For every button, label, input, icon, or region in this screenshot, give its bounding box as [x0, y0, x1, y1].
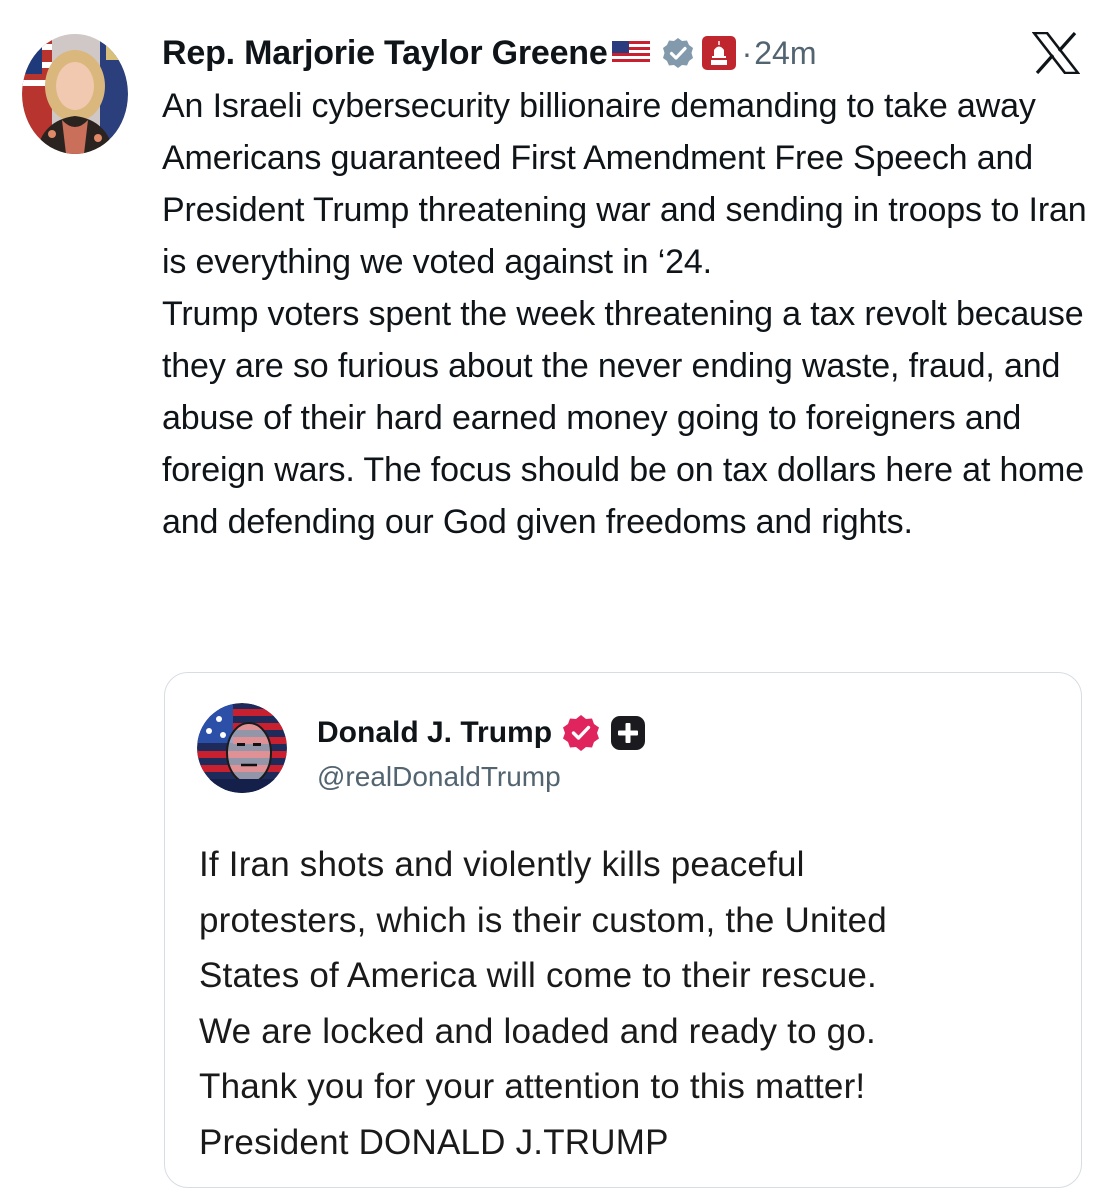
x-logo-icon[interactable] — [1031, 31, 1081, 75]
house-gop-badge-icon[interactable] — [701, 36, 736, 70]
quoted-author-name[interactable]: Donald J. Trump — [317, 716, 552, 750]
quoted-author-handle[interactable]: @realDonaldTrump — [317, 761, 561, 793]
tweet-paragraph: Trump voters spent the week threatening … — [162, 295, 1084, 541]
separator: · — [741, 34, 753, 71]
quoted-post-card[interactable]: Donald J. Trump @realDonaldTrump If Iran… — [164, 672, 1082, 1188]
author-name[interactable]: Rep. Marjorie Taylor Greene — [162, 34, 608, 73]
verified-gray-icon[interactable] — [662, 37, 694, 69]
quoted-author-avatar[interactable] — [197, 703, 287, 793]
tweet: Rep. Marjorie Taylor Greene · 24m An Isr… — [0, 0, 1106, 1200]
timestamp[interactable]: 24m — [754, 35, 816, 72]
verified-red-icon — [562, 714, 600, 752]
tweet-header: Rep. Marjorie Taylor Greene · 24m — [162, 28, 816, 78]
quoted-author-row: Donald J. Trump — [317, 713, 646, 753]
quoted-post-text: If Iran shots and violently kills peacef… — [199, 845, 887, 1162]
plus-badge-icon — [610, 715, 646, 751]
flag-us-icon — [611, 39, 650, 67]
author-avatar[interactable] — [22, 34, 128, 154]
tweet-paragraph: An Israeli cybersecurity billionaire dem… — [162, 87, 1087, 281]
tweet-body: An Israeli cybersecurity billionaire dem… — [162, 80, 1092, 548]
